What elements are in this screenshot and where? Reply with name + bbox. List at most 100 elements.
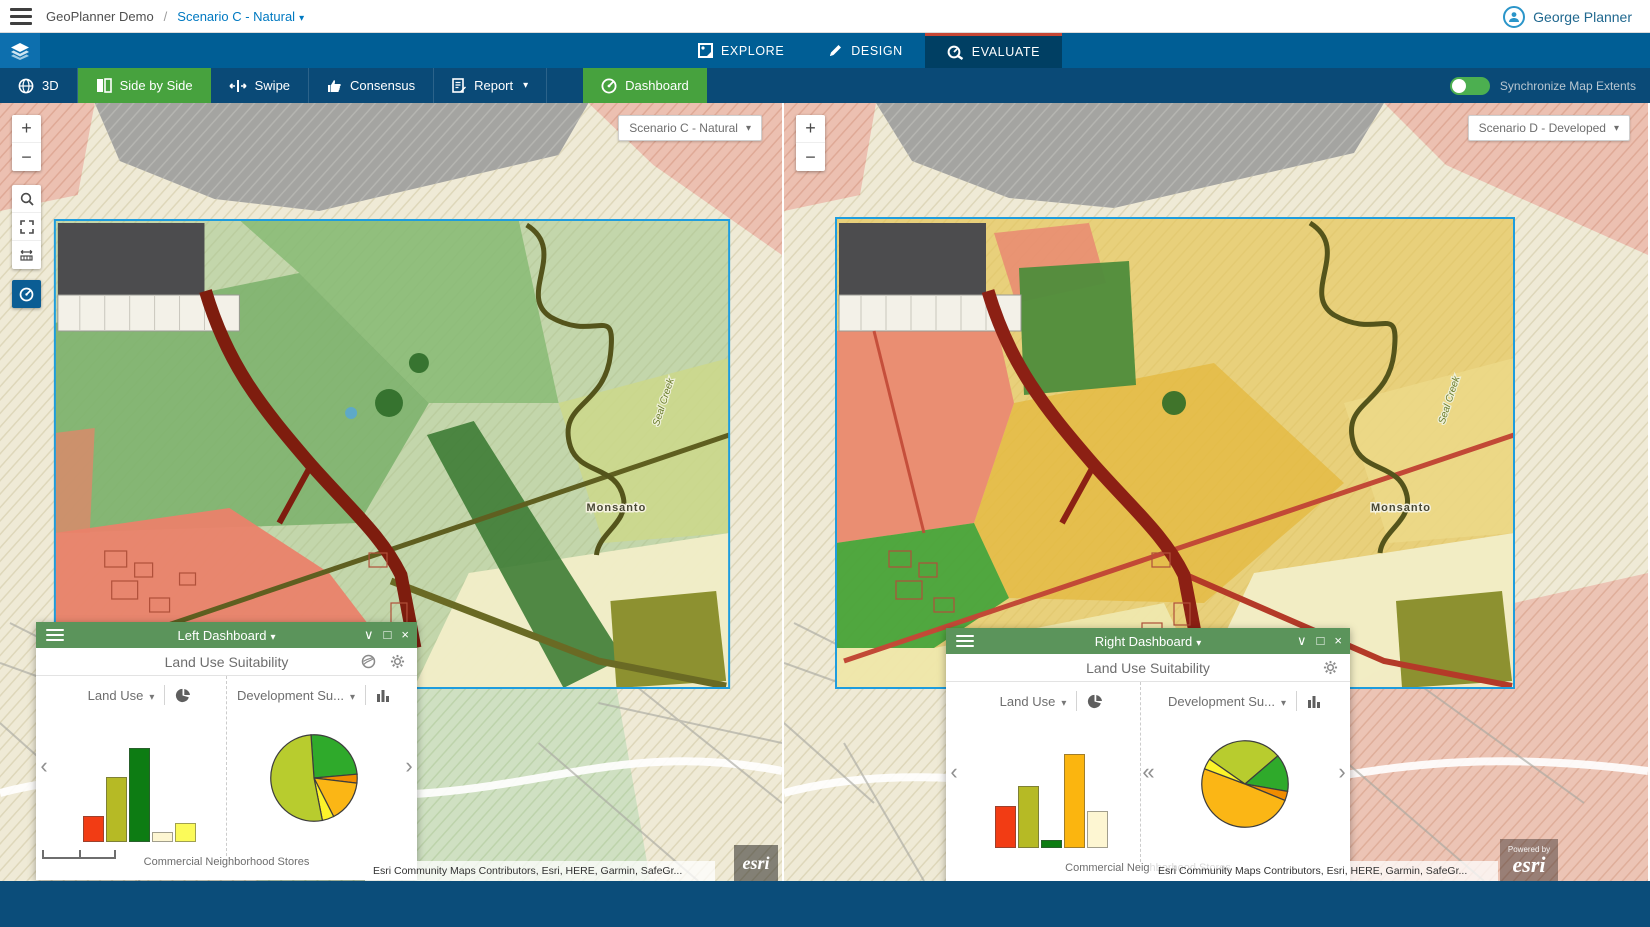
bar-chart-icon[interactable] [1307,695,1322,708]
right-map-pane: Monsanto Seal Creek + − Scenario D - Dev… [784,103,1648,881]
pie-globe-icon[interactable] [175,688,190,703]
next-charts-button[interactable]: › [1334,682,1350,862]
left-dashboard-title[interactable]: Left Dashboard▾ [36,628,417,643]
caret-down-icon: ▾ [350,692,355,703]
tab-design-label: DESIGN [851,44,903,58]
chart-selector-development[interactable]: Development Su...▾ [1168,694,1286,709]
zoom-out-button[interactable]: − [796,143,825,171]
prev-charts-button[interactable]: ‹ [36,676,52,856]
chart-selector-development[interactable]: Development Su...▾ [237,688,355,703]
map-tools [12,185,41,269]
pie-globe-icon[interactable] [1087,694,1102,709]
caret-down-icon: ▾ [1061,698,1066,709]
next-charts-button[interactable]: › [401,676,417,856]
user-menu[interactable]: George Planner [1503,0,1632,33]
side-by-side-button[interactable]: Side by Side [78,68,211,103]
dashboard-collapse-button[interactable]: ∨ [364,627,374,643]
tab-design[interactable]: DESIGN [806,33,925,68]
caret-down-icon: ▾ [746,123,751,134]
search-icon [20,192,34,206]
app-menu-icon[interactable] [10,8,32,25]
measure-icon [19,249,34,262]
avatar [1503,6,1525,28]
design-icon [828,43,843,58]
sync-extents-control: Synchronize Map Extents [1450,68,1636,103]
dashboard-maximize-button[interactable]: □ [384,627,392,643]
gear-icon[interactable] [1323,660,1338,675]
swipe-button[interactable]: Swipe [211,68,309,103]
tab-explore[interactable]: EXPLORE [676,33,806,68]
land-use-card: Land Use▾ [52,676,226,856]
esri-logo[interactable]: Powered by esri [1500,839,1558,881]
map-label-monsanto: Monsanto [587,502,647,514]
bottom-bar [0,881,1650,927]
right-dashboard-title[interactable]: Right Dashboard▾ [946,634,1350,649]
evaluate-toolbar: 3D Side by Side Swipe Consensus Report ▾… [0,68,1650,103]
zoom-in-button[interactable]: + [12,115,41,143]
left-scenario-select[interactable]: Scenario C - Natural ▾ [618,115,762,141]
collapse-card-button[interactable]: « [1140,682,1156,862]
dashboard-maximize-button[interactable]: □ [1317,633,1325,649]
scenario-menu[interactable]: Scenario C - Natural▾ [177,9,304,24]
dashboard-collapse-button[interactable]: ∨ [1297,633,1307,649]
toolbar-gap [547,68,583,103]
sync-extents-label: Synchronize Map Extents [1500,79,1636,93]
dashboard-close-button[interactable]: × [1334,633,1342,649]
development-suitability-card: Development Su...▾ [226,676,401,856]
caret-down-icon: ▾ [523,80,528,91]
sync-extents-toggle[interactable] [1450,77,1490,95]
3d-button[interactable]: 3D [0,68,78,103]
layers-button[interactable] [0,33,40,68]
dashboard-tool-active[interactable] [12,280,41,308]
consensus-label: Consensus [350,78,415,93]
scale-bar [42,850,116,859]
right-scenario-select[interactable]: Scenario D - Developed ▾ [1468,115,1630,141]
hide-on-map-icon[interactable] [361,654,376,669]
development-pie-chart [227,710,401,856]
map-attribution: Esri Community Maps Contributors, Esri, … [1150,861,1498,881]
right-dashboard-panel: Right Dashboard▾ ∨ □ × Land Use Suitabil… [946,628,1350,881]
breadcrumb-separator: / [164,9,168,24]
chart-caption: Commercial Neighborhood Stores [36,856,417,880]
consensus-icon [327,78,342,93]
right-dashboard-header[interactable]: Right Dashboard▾ ∨ □ × [946,628,1350,654]
scenario-menu-label: Scenario C - Natural [177,9,295,24]
chart-selector-land-use[interactable]: Land Use▾ [88,688,155,703]
dashboard-label: Dashboard [625,78,689,93]
main-nav: EXPLORE DESIGN EVALUATE [0,33,1650,68]
zoom-controls: + − [796,115,825,171]
top-bar: GeoPlanner Demo / Scenario C - Natural▾ … [0,0,1650,33]
side-by-side-label: Side by Side [120,78,193,93]
development-pie-chart [1156,716,1334,862]
dashboard-close-button[interactable]: × [401,627,409,643]
left-scenario-value: Scenario C - Natural [629,121,738,135]
chart-selector-land-use[interactable]: Land Use▾ [1000,694,1067,709]
tab-evaluate[interactable]: EVALUATE [925,33,1062,68]
search-button[interactable] [12,185,41,213]
map-attribution: Esri Community Maps Contributors, Esri, … [365,861,715,881]
consensus-button[interactable]: Consensus [309,68,434,103]
full-extent-button[interactable] [12,213,41,241]
dashboard-button[interactable]: Dashboard [583,68,707,103]
left-dashboard-header[interactable]: Left Dashboard▾ ∨ □ × [36,622,417,648]
zoom-controls: + − [12,115,41,171]
esri-logo[interactable]: esri [734,845,778,881]
dashboard-gauge-icon [19,287,34,302]
explore-icon [698,43,713,58]
evaluate-icon [947,45,964,60]
left-dashboard-panel: Left Dashboard▾ ∨ □ × Land Use Suitabili… [36,622,417,880]
zoom-in-button[interactable]: + [796,115,825,143]
report-button[interactable]: Report ▾ [434,68,547,103]
swipe-icon [229,79,247,93]
zoom-out-button[interactable]: − [12,143,41,171]
gear-icon[interactable] [390,654,405,669]
land-use-card: Land Use▾ [962,682,1140,862]
swipe-label: Swipe [255,78,290,93]
app-title: GeoPlanner Demo [46,9,154,24]
bar-chart-icon[interactable] [376,689,391,702]
report-label: Report [474,78,513,93]
right-scenario-value: Scenario D - Developed [1479,121,1606,135]
prev-charts-button[interactable]: ‹ [946,682,962,862]
measure-button[interactable] [12,241,41,269]
tab-explore-label: EXPLORE [721,44,784,58]
